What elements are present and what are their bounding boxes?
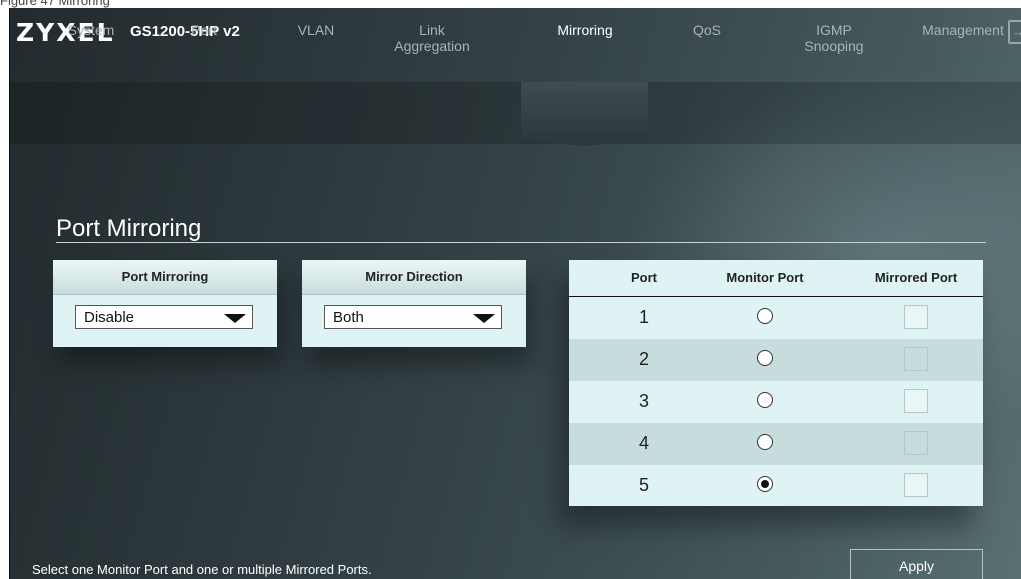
monitor-port-radio[interactable]: [757, 308, 773, 324]
figure-caption: Figure 47 Mirroring: [0, 0, 110, 8]
port-mirroring-value: Disable: [84, 309, 135, 326]
tab-system[interactable]: System: [31, 22, 151, 38]
active-tab-indicator: [521, 82, 648, 146]
port-mirroring-card: Port Mirroring Disable: [53, 260, 277, 347]
main-nav: [10, 82, 1021, 144]
port-number: 4: [638, 433, 649, 453]
mirror-direction-value: Both: [333, 309, 364, 326]
tab-vlan[interactable]: VLAN: [256, 22, 376, 38]
monitor-port-radio[interactable]: [757, 350, 773, 366]
table-row: 5: [569, 465, 983, 507]
tab-igmp-snooping[interactable]: IGMP Snooping: [789, 22, 879, 54]
mirror-direction-select[interactable]: Both: [324, 305, 502, 329]
monitor-port-radio[interactable]: [757, 392, 773, 408]
page-title: Port Mirroring: [56, 215, 202, 242]
port-number: 2: [638, 349, 649, 369]
apply-button[interactable]: Apply: [850, 549, 983, 579]
port-number: 5: [638, 475, 649, 495]
monitor-port-radio[interactable]: [757, 476, 773, 492]
mirrored-port-checkbox[interactable]: [904, 431, 928, 455]
port-mirroring-select[interactable]: Disable: [75, 305, 253, 329]
table-header: Port Monitor Port Mirrored Port: [569, 260, 983, 297]
mirrored-port-checkbox[interactable]: [904, 473, 928, 497]
tab-port[interactable]: Port: [144, 22, 264, 38]
mirrored-port-checkbox[interactable]: [904, 347, 928, 371]
tab-management[interactable]: Management: [903, 22, 1021, 38]
port-mirroring-header: Port Mirroring: [53, 260, 277, 295]
tab-qos[interactable]: QoS: [647, 22, 767, 38]
chevron-down-icon: [224, 314, 246, 323]
table-row: 2: [569, 339, 983, 381]
tab-mirroring[interactable]: Mirroring: [525, 22, 645, 38]
title-divider: [56, 242, 986, 243]
col-port: Port: [631, 270, 657, 285]
monitor-port-radio[interactable]: [757, 434, 773, 450]
help-text: Select one Monitor Port and one or multi…: [32, 562, 372, 577]
mirror-direction-header: Mirror Direction: [302, 260, 526, 295]
mirror-direction-card: Mirror Direction Both: [302, 260, 526, 347]
mirrored-port-checkbox[interactable]: [904, 389, 928, 413]
port-number: 3: [638, 391, 649, 411]
switch-web-ui: ZYXEL GS1200-5HP v2 → System Port VLAN L…: [9, 8, 1021, 579]
table-row: 3: [569, 381, 983, 423]
mirrored-port-checkbox[interactable]: [904, 305, 928, 329]
col-monitor-port: Monitor Port: [726, 270, 804, 285]
chevron-down-icon: [473, 314, 495, 323]
col-mirrored-port: Mirrored Port: [874, 270, 958, 285]
port-number: 1: [638, 307, 649, 327]
mirror-port-table: Port Monitor Port Mirrored Port 1 2 3 4 …: [569, 260, 983, 506]
table-row: 1: [569, 297, 983, 339]
table-row: 4: [569, 423, 983, 465]
tab-link-aggregation[interactable]: Link Aggregation: [387, 22, 477, 54]
